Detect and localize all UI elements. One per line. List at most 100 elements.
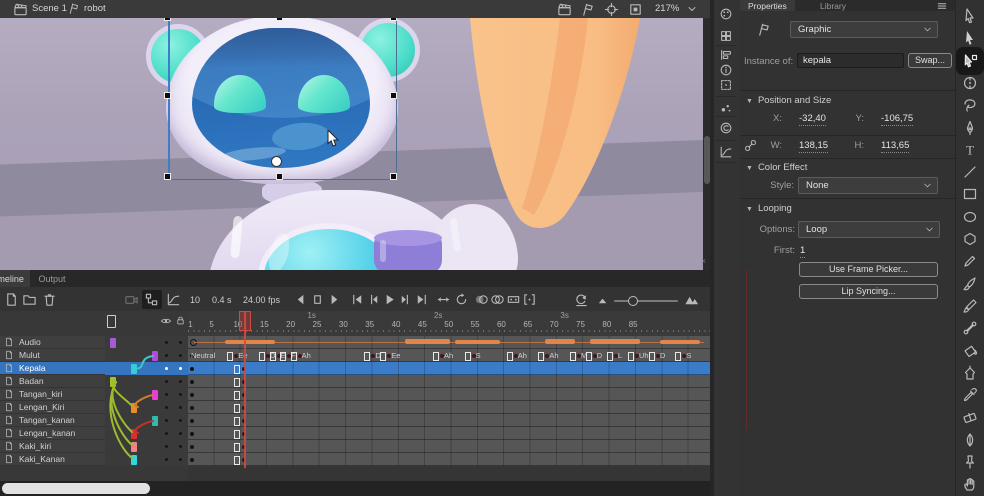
lock-dot[interactable] xyxy=(179,406,182,409)
layer-visibility-lock-cell[interactable] xyxy=(158,349,188,362)
layer-visibility-lock-cell[interactable] xyxy=(158,362,188,375)
clip-content-icon[interactable] xyxy=(628,2,643,17)
selection-tool[interactable] xyxy=(962,8,978,24)
playhead-line[interactable] xyxy=(244,311,246,468)
lock-dot[interactable] xyxy=(179,445,182,448)
layer-row-kaki-kiri[interactable]: Kaki_kiri xyxy=(0,440,105,453)
paint-bucket-tool[interactable] xyxy=(962,343,978,359)
ruler-frame-number[interactable]: 5 xyxy=(209,320,213,329)
style-dropdown[interactable]: None xyxy=(798,177,938,194)
tab-timeline[interactable]: Timeline xyxy=(0,270,30,287)
asset-warp-tool[interactable] xyxy=(962,454,978,470)
previous-marker-icon[interactable] xyxy=(294,292,309,307)
transform-icon[interactable] xyxy=(719,78,733,92)
current-frame-value[interactable]: 10 xyxy=(190,295,200,305)
layer-visibility-lock-cell[interactable] xyxy=(158,440,188,453)
layer-row-lengan-kanan[interactable]: Lengan_kanan xyxy=(0,427,105,440)
ruler-frame-number[interactable]: 20 xyxy=(286,320,295,329)
visibility-dot[interactable] xyxy=(165,380,168,383)
layer-row-tangan-kiri[interactable]: Tangan_kiri xyxy=(0,388,105,401)
visibility-dot[interactable] xyxy=(165,458,168,461)
polystar-tool[interactable] xyxy=(962,231,978,247)
go-to-first-frame-icon[interactable] xyxy=(350,292,365,307)
loop-range-icon[interactable] xyxy=(436,292,451,307)
frames-row-lengan-kiri[interactable] xyxy=(188,401,710,414)
step-forward-one-frame-icon[interactable] xyxy=(398,292,413,307)
stage-canvas[interactable]: x xyxy=(0,18,712,270)
panel-divider[interactable] xyxy=(710,0,712,496)
y-value[interactable]: -106,75 xyxy=(881,113,913,126)
tab-library[interactable]: Library xyxy=(812,0,854,11)
transform-handle[interactable] xyxy=(390,18,397,21)
reset-timeline-zoom-icon[interactable] xyxy=(574,292,589,307)
first-frame-value[interactable]: 1 xyxy=(800,245,805,258)
line-tool[interactable] xyxy=(962,164,978,180)
play-icon[interactable] xyxy=(382,292,397,307)
frames-row-tangan-kiri[interactable] xyxy=(188,388,710,401)
ruler-frame-number[interactable]: 80 xyxy=(602,320,611,329)
visibility-dot[interactable] xyxy=(165,406,168,409)
layer-row-badan[interactable]: Badan xyxy=(0,375,105,388)
frames-row-badan[interactable] xyxy=(188,375,710,388)
gradient-transform-tool[interactable] xyxy=(962,75,978,91)
zoom-in-frames-icon[interactable] xyxy=(684,292,699,307)
frame-rate-value[interactable]: 24.00 fps xyxy=(243,295,280,305)
eyedropper-tool[interactable] xyxy=(962,387,978,403)
h-value[interactable]: 113,65 xyxy=(881,140,909,153)
keyframe-dot[interactable] xyxy=(190,419,194,423)
rectangle-tool[interactable] xyxy=(962,186,978,202)
ruler-frame-number[interactable]: 60 xyxy=(497,320,506,329)
ruler-frame-number[interactable]: 45 xyxy=(418,320,427,329)
center-frame-icon[interactable] xyxy=(604,2,619,17)
graph-editor-icon[interactable] xyxy=(166,292,181,307)
ruler-frame-number[interactable]: 55 xyxy=(471,320,480,329)
section-looping[interactable]: ▼Looping xyxy=(746,203,792,214)
ink-bottle-tool[interactable] xyxy=(962,365,978,381)
lock-icon[interactable] xyxy=(175,315,186,326)
section-color-effect[interactable]: ▼Color Effect xyxy=(746,162,807,173)
symbol-behavior-dropdown[interactable]: Graphic xyxy=(790,21,938,38)
text-tool[interactable]: T xyxy=(962,142,978,158)
edit-multiple-frames-icon[interactable] xyxy=(506,292,521,307)
visibility-dot[interactable] xyxy=(165,393,168,396)
edit-symbols-icon[interactable] xyxy=(580,2,595,17)
layer-row-kepala[interactable]: Kepala xyxy=(0,362,105,375)
cc-libraries-icon[interactable] xyxy=(719,121,733,135)
lock-dot[interactable] xyxy=(179,419,182,422)
breadcrumb-symbol[interactable]: robot xyxy=(84,3,106,14)
go-to-last-frame-icon[interactable] xyxy=(414,292,429,307)
layer-visibility-lock-cell[interactable] xyxy=(158,375,188,388)
color-palette-icon[interactable] xyxy=(719,7,733,21)
eye-icon[interactable] xyxy=(160,315,172,327)
lock-dot[interactable] xyxy=(179,354,182,357)
swap-button[interactable]: Swap... xyxy=(908,53,952,68)
ruler-frame-number[interactable]: 1 xyxy=(188,320,192,329)
delete-layer-icon[interactable] xyxy=(42,292,57,307)
width-tool[interactable] xyxy=(962,432,978,448)
keyframe-dot[interactable] xyxy=(190,367,194,371)
visibility-dot[interactable] xyxy=(165,432,168,435)
ruler-frame-number[interactable]: 40 xyxy=(392,320,401,329)
layer-visibility-lock-cell[interactable] xyxy=(158,336,188,349)
frames-row-tangan-kanan[interactable] xyxy=(188,414,710,427)
frames-row-kepala[interactable] xyxy=(188,362,710,375)
transform-handle[interactable] xyxy=(390,92,397,99)
layer-row-kaki-kanan[interactable]: Kaki_Kanan xyxy=(0,453,105,466)
lip-syncing-button[interactable]: Lip Syncing... xyxy=(799,284,938,299)
section-position-and-size[interactable]: ▼Position and Size xyxy=(746,95,831,106)
loop-playback-icon[interactable] xyxy=(454,292,469,307)
lock-dot[interactable] xyxy=(179,393,182,396)
use-frame-picker-button[interactable]: Use Frame Picker... xyxy=(799,262,938,277)
layer-row-tangan-kanan[interactable]: Tangan_kanan xyxy=(0,414,105,427)
visibility-dot[interactable] xyxy=(165,419,168,422)
ruler-frame-number[interactable]: 35 xyxy=(365,320,374,329)
frames-row-lengan-kanan[interactable] xyxy=(188,427,710,440)
selection-bounding-box[interactable] xyxy=(168,18,397,180)
transform-handle[interactable] xyxy=(276,18,283,21)
onion-skin-outlines-icon[interactable] xyxy=(490,292,505,307)
current-frame-marker-icon[interactable] xyxy=(310,292,325,307)
ruler-frame-number[interactable]: 50 xyxy=(444,320,453,329)
transform-handle[interactable] xyxy=(164,92,171,99)
step-back-one-frame-icon[interactable] xyxy=(366,292,381,307)
frames-row-audio[interactable] xyxy=(188,336,710,349)
